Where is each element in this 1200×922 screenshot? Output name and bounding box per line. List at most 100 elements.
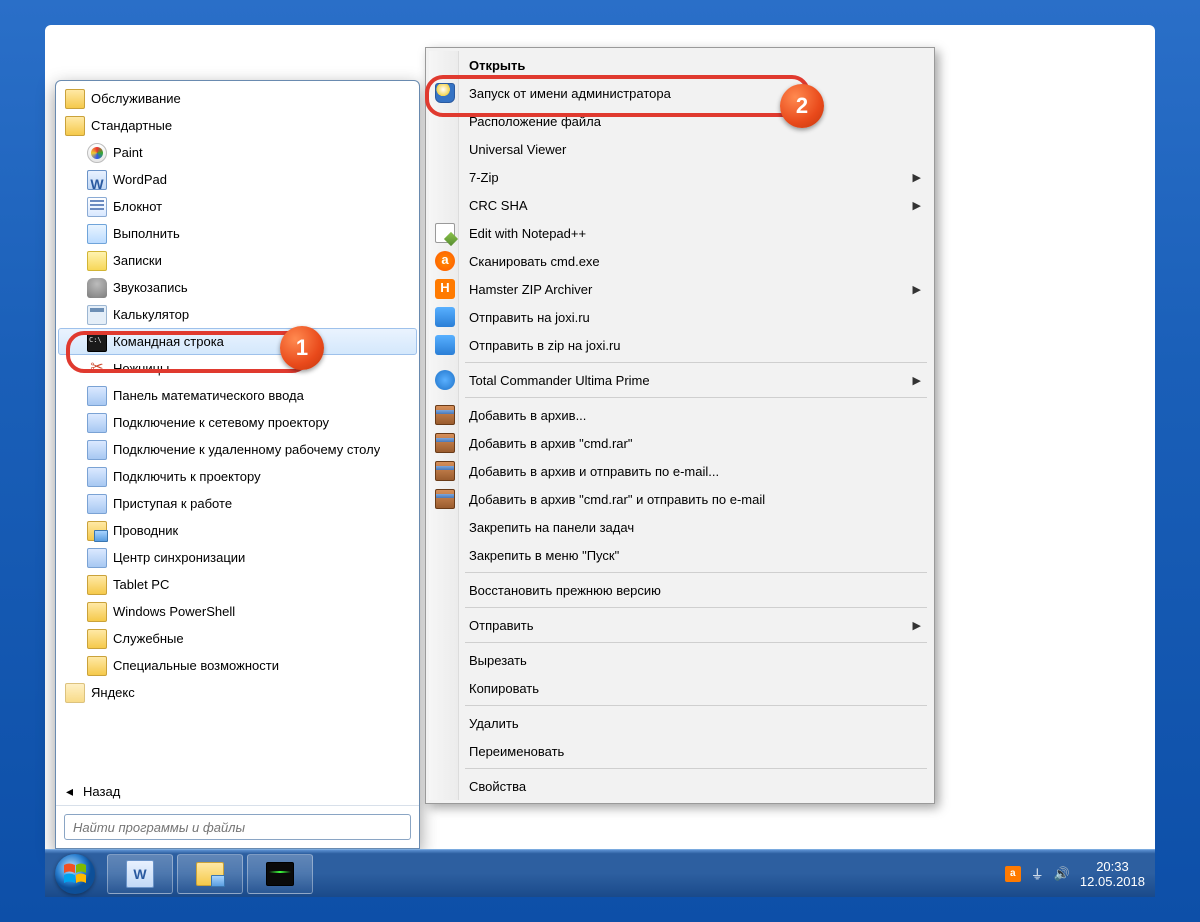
context-menu-item-label: Добавить в архив и отправить по e-mail..… xyxy=(469,464,719,479)
start-menu-item[interactable]: Стандартные xyxy=(58,112,417,139)
app-icon xyxy=(87,386,107,406)
folder-icon xyxy=(65,89,85,109)
system-tray: a ⏚ 🔊 20:33 12.05.2018 xyxy=(1005,859,1155,889)
rar-icon xyxy=(435,433,455,453)
taskbar-app-sysmon[interactable] xyxy=(247,854,313,894)
submenu-arrow-icon: ▶ xyxy=(913,171,921,184)
context-menu-item[interactable]: Добавить в архив "cmd.rar" и отправить п… xyxy=(429,485,931,513)
edit-icon xyxy=(435,223,455,243)
windows-logo-icon xyxy=(54,853,96,895)
context-menu-item[interactable]: Закрепить на панели задач xyxy=(429,513,931,541)
context-menu-separator xyxy=(429,569,931,576)
context-menu-item[interactable]: 7-Zip▶ xyxy=(429,163,931,191)
start-menu-item-label: Подключить к проектору xyxy=(113,469,261,484)
tray-network-icon[interactable]: ⏚ xyxy=(1031,864,1044,883)
context-menu-item[interactable]: Переименовать xyxy=(429,737,931,765)
app-icon xyxy=(87,440,107,460)
start-menu-item-label: Подключение к сетевому проектору xyxy=(113,415,329,430)
tray-clock[interactable]: 20:33 12.05.2018 xyxy=(1080,859,1145,889)
start-menu-item[interactable]: Tablet PC xyxy=(58,571,417,598)
context-menu-item-label: Отправить на joxi.ru xyxy=(469,310,590,325)
start-menu-item[interactable]: Подключение к сетевому проектору xyxy=(58,409,417,436)
taskbar: a ⏚ 🔊 20:33 12.05.2018 xyxy=(45,849,1155,897)
start-menu-back[interactable]: ◂ Назад xyxy=(56,777,419,805)
context-menu-item[interactable]: Сканировать cmd.exe xyxy=(429,247,931,275)
avast-icon xyxy=(435,251,455,271)
context-menu-item[interactable]: Свойства xyxy=(429,772,931,800)
start-menu-item[interactable]: ✂Ножницы xyxy=(58,355,417,382)
context-menu-item[interactable]: Запуск от имени администратора xyxy=(429,79,931,107)
context-menu-separator xyxy=(429,702,931,709)
start-button[interactable] xyxy=(45,850,105,898)
start-menu-item[interactable]: Подключить к проектору xyxy=(58,463,417,490)
start-menu-item[interactable]: Проводник xyxy=(58,517,417,544)
start-menu-item[interactable]: Яндекс xyxy=(58,679,417,706)
start-menu-item[interactable]: Командная строка xyxy=(58,328,417,355)
context-menu-item-label: Переименовать xyxy=(469,744,564,759)
start-search-input[interactable] xyxy=(64,814,411,840)
start-menu-item[interactable]: Центр синхронизации xyxy=(58,544,417,571)
context-menu-item[interactable]: Edit with Notepad++ xyxy=(429,219,931,247)
context-menu-item[interactable]: Добавить в архив... xyxy=(429,401,931,429)
start-menu-item[interactable]: Звукозапись xyxy=(58,274,417,301)
app-icon xyxy=(87,467,107,487)
context-menu-item[interactable]: Закрепить в меню "Пуск" xyxy=(429,541,931,569)
start-menu-item-label: Paint xyxy=(113,145,143,160)
start-menu-item[interactable]: Служебные xyxy=(58,625,417,652)
start-menu-item[interactable]: Приступая к работе xyxy=(58,490,417,517)
monitor-icon xyxy=(266,862,294,886)
taskbar-app-explorer[interactable] xyxy=(177,854,243,894)
start-menu-item[interactable]: Windows PowerShell xyxy=(58,598,417,625)
start-menu-item-label: Командная строка xyxy=(113,334,224,349)
context-menu-item[interactable]: Открыть xyxy=(429,51,931,79)
context-menu-item-label: Закрепить на панели задач xyxy=(469,520,634,535)
folder-icon xyxy=(87,575,107,595)
context-menu-item-label: Universal Viewer xyxy=(469,142,566,157)
context-menu-item-label: CRC SHA xyxy=(469,198,528,213)
folder-icon xyxy=(87,656,107,676)
context-menu-item[interactable]: Отправить на joxi.ru xyxy=(429,303,931,331)
start-menu-item-label: Обслуживание xyxy=(91,91,181,106)
start-menu-item[interactable]: Панель математического ввода xyxy=(58,382,417,409)
context-menu-item[interactable]: Вырезать xyxy=(429,646,931,674)
start-menu-item[interactable]: Обслуживание xyxy=(58,85,417,112)
start-menu-programs-list: Обслуживание Стандартные Paint WordPadБлокн… xyxy=(56,81,419,777)
folder-icon xyxy=(87,629,107,649)
start-menu-item-label: Калькулятор xyxy=(113,307,189,322)
app-icon xyxy=(87,413,107,433)
context-menu-item[interactable]: Universal Viewer xyxy=(429,135,931,163)
context-menu-item[interactable]: Добавить в архив "cmd.rar" xyxy=(429,429,931,457)
context-menu-item[interactable]: Отправить▶ xyxy=(429,611,931,639)
context-menu-separator xyxy=(429,639,931,646)
taskbar-app-word[interactable] xyxy=(107,854,173,894)
context-menu-item-label: Total Commander Ultima Prime xyxy=(469,373,650,388)
start-menu-item[interactable]: Выполнить xyxy=(58,220,417,247)
context-menu-item-label: Добавить в архив... xyxy=(469,408,586,423)
start-menu-item[interactable]: Специальные возможности xyxy=(58,652,417,679)
tray-date: 12.05.2018 xyxy=(1080,874,1145,889)
submenu-arrow-icon: ▶ xyxy=(913,374,921,387)
context-menu-item[interactable]: Отправить в zip на joxi.ru xyxy=(429,331,931,359)
start-menu-item[interactable]: Записки xyxy=(58,247,417,274)
scissors-icon: ✂ xyxy=(87,359,107,379)
shield-icon xyxy=(435,83,455,103)
context-menu-item[interactable]: Копировать xyxy=(429,674,931,702)
context-menu-item[interactable]: Восстановить прежнюю версию xyxy=(429,576,931,604)
start-menu-item-label: Звукозапись xyxy=(113,280,188,295)
context-menu-item[interactable]: CRC SHA▶ xyxy=(429,191,931,219)
context-menu-item[interactable]: HHamster ZIP Archiver▶ xyxy=(429,275,931,303)
start-menu-item[interactable]: WordPad xyxy=(58,166,417,193)
start-menu-item[interactable]: Калькулятор xyxy=(58,301,417,328)
context-menu-item[interactable]: Добавить в архив и отправить по e-mail..… xyxy=(429,457,931,485)
context-menu-item[interactable]: Total Commander Ultima Prime ▶ xyxy=(429,366,931,394)
sticky-icon xyxy=(87,251,107,271)
paint-icon xyxy=(87,143,107,163)
tray-volume-icon[interactable]: 🔊 xyxy=(1054,866,1070,882)
start-menu-item[interactable]: Paint xyxy=(58,139,417,166)
tray-app-icon[interactable]: a xyxy=(1005,866,1021,882)
start-menu-item[interactable]: Блокнот xyxy=(58,193,417,220)
start-menu-item[interactable]: Подключение к удаленному рабочему столу xyxy=(58,436,417,463)
context-menu-item[interactable]: Расположение файла xyxy=(429,107,931,135)
context-menu-item[interactable]: Удалить xyxy=(429,709,931,737)
explorer-icon xyxy=(87,521,107,541)
